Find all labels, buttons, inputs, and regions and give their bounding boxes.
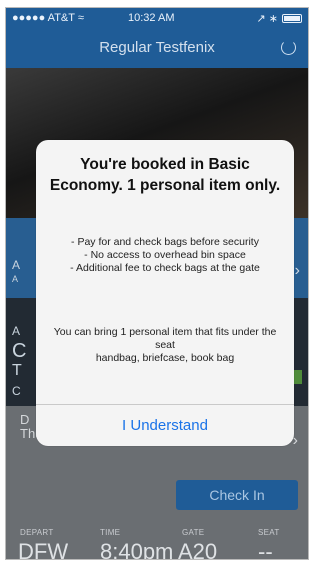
status-right: ↗ ∗: [256, 12, 302, 25]
depart-value: DFW: [18, 539, 69, 560]
restriction-item: - No access to overhead bin space: [84, 249, 246, 261]
seat-value: --: [258, 539, 273, 560]
date-prefix: D: [20, 412, 30, 427]
i-understand-button[interactable]: I Understand: [36, 405, 294, 446]
gate-value: A20: [178, 539, 218, 560]
time-label: TIME: [100, 528, 121, 537]
check-in-button[interactable]: Check In: [176, 480, 298, 510]
phone-screen: ●●●●● AT&T ≈ 10:32 AM ↗ ∗ Regular Testfe…: [5, 7, 309, 560]
dark-text-c2: C: [12, 384, 21, 398]
dark-text-c: C: [12, 340, 27, 362]
chevron-right-icon[interactable]: ›: [295, 262, 300, 280]
refresh-icon[interactable]: [281, 40, 296, 55]
alert-allowance: You can bring 1 personal item that fits …: [46, 326, 284, 365]
dark-text-a: A: [12, 324, 21, 338]
time-value: 8:40pm: [100, 539, 174, 560]
restriction-item: - Pay for and check bags before security: [71, 236, 259, 248]
gate-label: GATE: [182, 528, 205, 537]
allowance-items: handbag, briefcase, book bag: [95, 352, 235, 364]
location-bluetooth-icons: ↗ ∗: [256, 13, 279, 25]
alert-title: You're booked in Basic Economy. 1 person…: [49, 156, 281, 194]
band-text-a2: A: [12, 274, 19, 284]
band-text-a: A: [12, 258, 21, 272]
depart-label: DEPART: [20, 528, 54, 537]
allowance-text: You can bring 1 personal item that fits …: [53, 326, 277, 351]
dark-text-t: T: [12, 362, 22, 379]
restriction-item: - Additional fee to check bags at the ga…: [70, 262, 260, 274]
alert-restrictions: - Pay for and check bags before security…: [46, 236, 284, 275]
basic-economy-alert: You're booked in Basic Economy. 1 person…: [36, 140, 294, 446]
nav-title: Regular Testfenix: [99, 39, 215, 56]
nav-bar: Regular Testfenix: [6, 28, 308, 68]
clock: 10:32 AM: [128, 12, 175, 24]
battery-icon: [282, 14, 302, 23]
carrier-signal: ●●●●● AT&T ≈: [12, 12, 84, 24]
status-bar: ●●●●● AT&T ≈ 10:32 AM ↗ ∗: [6, 8, 308, 28]
seat-label: SEAT: [258, 528, 280, 537]
status-accent: [294, 370, 302, 384]
